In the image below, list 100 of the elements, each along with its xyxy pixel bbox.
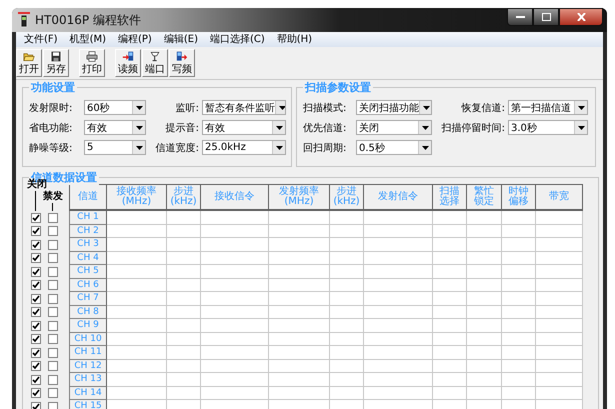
table-cell[interactable] — [107, 292, 167, 306]
table-cell[interactable] — [364, 386, 433, 400]
checkbox[interactable] — [31, 240, 41, 250]
menu-item[interactable]: 编辑(E) — [158, 32, 204, 47]
table-cell[interactable] — [467, 292, 502, 306]
checkbox[interactable] — [31, 226, 41, 236]
table-cell[interactable] — [330, 360, 364, 373]
table-cell[interactable] — [433, 386, 467, 400]
checkbox[interactable] — [48, 226, 58, 236]
table-cell[interactable] — [167, 373, 201, 386]
table-cell[interactable] — [502, 319, 536, 332]
table-cell[interactable] — [107, 306, 167, 319]
checkbox[interactable] — [31, 402, 41, 409]
table-cell[interactable] — [201, 386, 269, 400]
table-cell[interactable] — [269, 265, 330, 278]
table-cell[interactable] — [330, 252, 364, 265]
table-cell[interactable] — [433, 306, 467, 319]
table-cell[interactable] — [269, 306, 330, 319]
close-button[interactable] — [559, 8, 603, 26]
table-cell[interactable] — [364, 224, 433, 238]
table-cell[interactable] — [167, 346, 201, 360]
table-cell[interactable] — [364, 319, 433, 332]
table-cell[interactable] — [364, 306, 433, 319]
table-cell[interactable] — [330, 238, 364, 252]
toolbar-button[interactable]: 另存 — [43, 49, 69, 77]
dropdown[interactable]: 25.0kHz — [202, 140, 286, 155]
dropdown[interactable]: 暂态有条件监听 — [202, 100, 286, 115]
table-cell[interactable] — [364, 211, 433, 224]
checkbox[interactable] — [31, 361, 41, 372]
table-cell[interactable] — [107, 346, 167, 360]
dropdown[interactable]: 3.0秒 — [508, 120, 588, 135]
table-cell[interactable] — [167, 278, 201, 292]
table-cell[interactable] — [364, 373, 433, 386]
dropdown[interactable]: 0.5秒 — [356, 140, 432, 155]
table-cell[interactable] — [502, 292, 536, 306]
toolbar-button[interactable]: 端口 — [142, 49, 168, 77]
toolbar-button[interactable]: 读频 — [115, 49, 141, 77]
checkbox[interactable] — [48, 361, 58, 372]
table-cell[interactable] — [269, 292, 330, 306]
table-cell[interactable] — [467, 332, 502, 346]
table-cell[interactable] — [502, 346, 536, 360]
table-cell[interactable] — [364, 292, 433, 306]
table-cell[interactable] — [269, 332, 330, 346]
table-cell[interactable] — [201, 346, 269, 360]
table-cell[interactable] — [536, 292, 583, 306]
table-cell[interactable] — [433, 265, 467, 278]
table-cell[interactable] — [201, 319, 269, 332]
table-cell[interactable] — [536, 373, 583, 386]
toolbar-button[interactable]: 写频 — [169, 49, 195, 77]
table-cell[interactable] — [536, 238, 583, 252]
table-cell[interactable] — [433, 292, 467, 306]
table-cell[interactable] — [269, 373, 330, 386]
table-cell[interactable] — [502, 224, 536, 238]
table-cell[interactable] — [502, 252, 536, 265]
table-cell[interactable] — [201, 332, 269, 346]
checkbox[interactable] — [48, 388, 58, 398]
checkbox[interactable] — [48, 307, 58, 318]
table-cell[interactable] — [502, 360, 536, 373]
table-cell[interactable] — [167, 292, 201, 306]
table-cell[interactable] — [107, 319, 167, 332]
table-cell[interactable] — [502, 332, 536, 346]
table-cell[interactable] — [502, 306, 536, 319]
table-cell[interactable] — [107, 211, 167, 224]
table-cell[interactable] — [536, 360, 583, 373]
table-cell[interactable] — [201, 306, 269, 319]
table-cell[interactable] — [107, 278, 167, 292]
table-cell[interactable] — [467, 306, 502, 319]
table-cell[interactable] — [467, 238, 502, 252]
dropdown[interactable]: 有效 — [202, 120, 286, 135]
table-cell[interactable] — [433, 252, 467, 265]
table-cell[interactable] — [502, 278, 536, 292]
table-cell[interactable] — [269, 252, 330, 265]
table-cell[interactable] — [467, 252, 502, 265]
table-cell[interactable] — [536, 386, 583, 400]
table-cell[interactable] — [502, 265, 536, 278]
table-cell[interactable] — [167, 265, 201, 278]
checkbox[interactable] — [31, 374, 41, 385]
table-cell[interactable] — [201, 211, 269, 224]
table-cell[interactable] — [536, 224, 583, 238]
table-cell[interactable] — [536, 252, 583, 265]
table-cell[interactable] — [201, 238, 269, 252]
checkbox[interactable] — [31, 212, 41, 223]
maximize-button[interactable] — [533, 8, 559, 26]
table-cell[interactable] — [201, 224, 269, 238]
table-cell[interactable] — [330, 332, 364, 346]
table-cell[interactable] — [107, 224, 167, 238]
table-cell[interactable] — [467, 386, 502, 400]
table-cell[interactable] — [536, 211, 583, 224]
table-cell[interactable] — [107, 373, 167, 386]
table-cell[interactable] — [107, 238, 167, 252]
table-cell[interactable] — [201, 373, 269, 386]
table-cell[interactable] — [269, 238, 330, 252]
table-cell[interactable] — [467, 211, 502, 224]
dropdown[interactable]: 60秒 — [84, 100, 146, 115]
table-cell[interactable] — [433, 373, 467, 386]
table-cell[interactable] — [269, 386, 330, 400]
table-cell[interactable] — [536, 346, 583, 360]
table-cell[interactable] — [364, 360, 433, 373]
table-cell[interactable] — [330, 292, 364, 306]
checkbox[interactable] — [31, 266, 41, 277]
